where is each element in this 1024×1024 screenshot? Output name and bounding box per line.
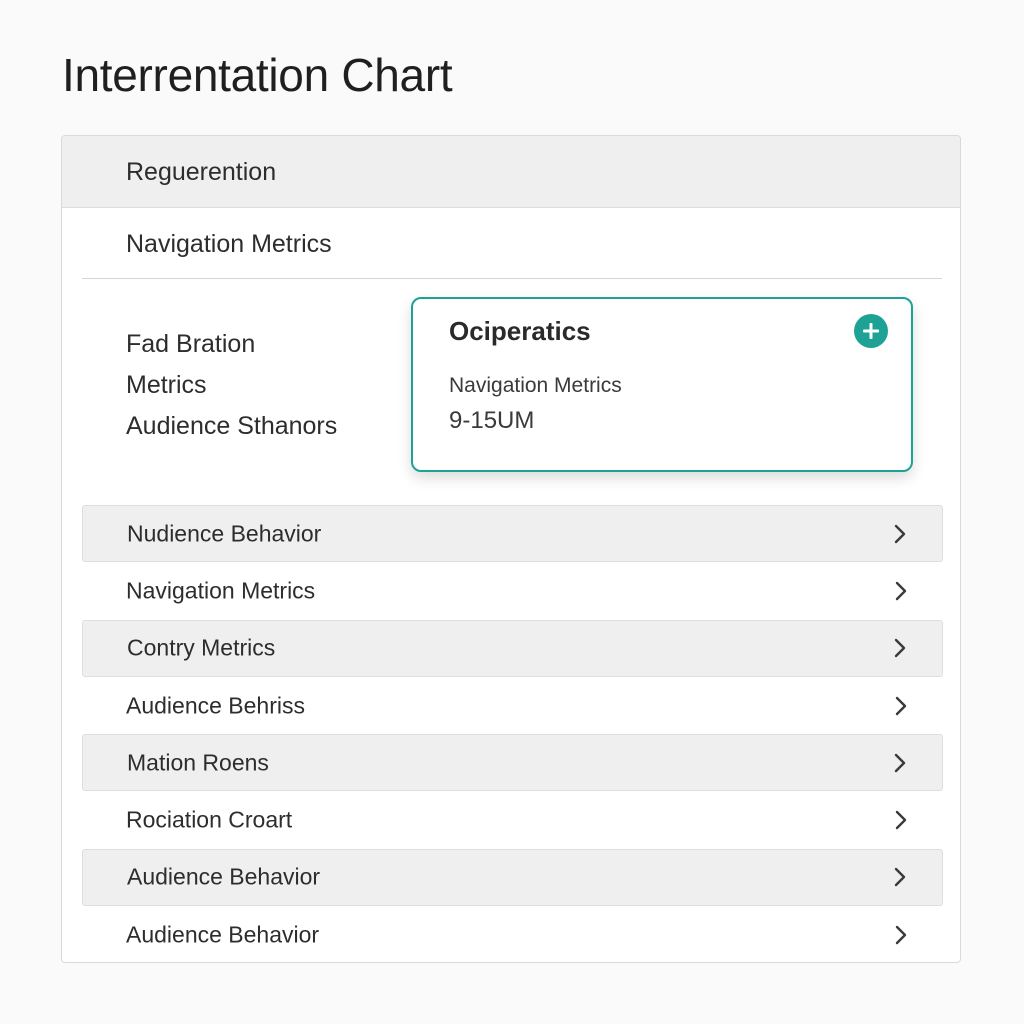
panel-header-label: Reguerention bbox=[126, 158, 277, 186]
list-item-label: Audience Behavior bbox=[127, 863, 321, 890]
list-item-label: Nudience Behavior bbox=[127, 520, 322, 547]
chevron-right-icon bbox=[895, 925, 907, 944]
panel-header[interactable]: Reguerention bbox=[62, 136, 960, 208]
side-list: Fad Bration Metrics Audience Sthanors bbox=[126, 324, 337, 447]
chevron-right-icon bbox=[895, 581, 907, 601]
list-item[interactable]: Rociation Croart bbox=[82, 791, 943, 848]
card-subtitle: Navigation Metrics bbox=[449, 374, 622, 397]
list-item[interactable]: Nudience Behavior bbox=[82, 505, 943, 563]
list-item[interactable]: Audience Behriss bbox=[82, 677, 943, 734]
list-item[interactable]: Mation Roens bbox=[82, 734, 943, 792]
list-item[interactable]: Audience Behavior bbox=[82, 848, 943, 907]
list-item-label: Audience Behavior bbox=[126, 921, 320, 948]
list-item-label: Contry Metrics bbox=[127, 634, 276, 661]
side-list-item: Metrics bbox=[126, 371, 207, 399]
metrics-list: Nudience Behavior Navigation Metrics Con… bbox=[82, 505, 943, 962]
list-item[interactable]: Contry Metrics bbox=[82, 619, 943, 677]
section-title: Navigation Metrics bbox=[126, 230, 332, 258]
list-item-label: Mation Roens bbox=[127, 749, 269, 776]
card-value: 9-15UM bbox=[449, 407, 535, 434]
side-list-item: Fad Bration bbox=[126, 330, 256, 358]
chevron-right-icon bbox=[894, 639, 906, 658]
info-card: Ociperatics Navigation Metrics 9-15UM bbox=[411, 297, 913, 472]
main-panel: Reguerention Navigation Metrics Fad Brat… bbox=[61, 135, 961, 963]
list-item[interactable]: Audience Behavior bbox=[82, 906, 943, 962]
chevron-right-icon bbox=[895, 810, 907, 830]
chevron-right-icon bbox=[894, 524, 906, 543]
chevron-right-icon bbox=[895, 696, 907, 715]
page-title: Interrentation Chart bbox=[62, 49, 453, 101]
chevron-right-icon bbox=[894, 753, 906, 773]
list-item[interactable]: Navigation Metrics bbox=[82, 562, 943, 619]
card-add-button[interactable] bbox=[854, 314, 888, 348]
plus-circle-icon bbox=[863, 323, 879, 339]
chevron-right-icon bbox=[894, 868, 906, 887]
section-divider bbox=[82, 278, 942, 279]
list-item-label: Navigation Metrics bbox=[126, 577, 316, 604]
list-item-label: Audience Behriss bbox=[126, 692, 305, 719]
card-title: Ociperatics bbox=[449, 316, 591, 346]
side-list-item: Audience Sthanors bbox=[126, 412, 338, 440]
list-item-label: Rociation Croart bbox=[126, 806, 293, 833]
page: Interrentation Chart Reguerention Naviga… bbox=[0, 0, 1024, 1024]
